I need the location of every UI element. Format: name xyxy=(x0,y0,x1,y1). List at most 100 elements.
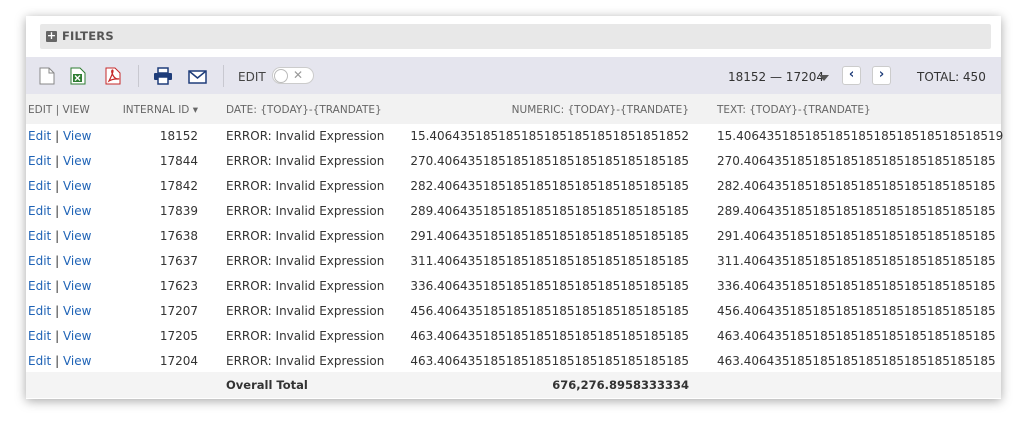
table-row: Edit | View 17207 ERROR: Invalid Expressio… xyxy=(26,299,1001,325)
date-cell: ERROR: Invalid Expression xyxy=(226,229,385,243)
table-row: Edit | View 17638 ERROR: Invalid Expressio… xyxy=(26,224,1001,250)
numeric-cell: 311.406435185185185185185185185185185 xyxy=(410,254,689,268)
view-link[interactable]: View xyxy=(63,329,91,343)
date-cell: ERROR: Invalid Expression xyxy=(226,279,385,293)
internal-id-cell: 18152 xyxy=(159,129,198,143)
edit-link[interactable]: Edit xyxy=(28,329,51,343)
export-excel-icon[interactable] xyxy=(70,67,86,89)
numeric-cell: 289.406435185185185185185185185185185 xyxy=(410,204,689,218)
numeric-cell: 456.406435185185185185185185185185185 xyxy=(410,304,689,318)
edit-view-links: Edit | View xyxy=(28,229,91,243)
filters-label[interactable]: FILTERS xyxy=(62,29,114,43)
internal-id-cell: 17638 xyxy=(159,229,198,243)
results-toolbar: EDIT ✕ 18152 — 17204 ‹ › TOTAL: 450 xyxy=(26,57,1001,94)
link-separator: | xyxy=(55,329,60,343)
view-link[interactable]: View xyxy=(63,304,91,318)
text-cell: 289.406435185185185185185185185185185 xyxy=(717,204,996,218)
next-page-button[interactable]: › xyxy=(872,66,891,85)
view-link[interactable]: View xyxy=(63,154,91,168)
internal-id-cell: 17207 xyxy=(159,304,198,318)
overall-total-label: Overall Total xyxy=(226,378,308,392)
view-link[interactable]: View xyxy=(63,229,91,243)
table-row: Edit | View 18152 ERROR: Invalid Expressio… xyxy=(26,124,1004,150)
text-cell: 311.406435185185185185185185185185185 xyxy=(717,254,996,268)
close-icon: ✕ xyxy=(293,68,304,82)
view-link[interactable]: View xyxy=(63,279,91,293)
table-row: Edit | View 17623 ERROR: Invalid Expressio… xyxy=(26,274,1001,300)
internal-id-cell: 17842 xyxy=(159,179,198,193)
table-row: Edit | View 17205 ERROR: Invalid Expressio… xyxy=(26,324,1001,350)
view-link[interactable]: View xyxy=(63,354,91,368)
column-header-text[interactable]: TEXT: {TODAY}-{TRANDATE} xyxy=(717,104,871,116)
edit-view-links: Edit | View xyxy=(28,304,91,318)
text-cell: 456.406435185185185185185185185185185 xyxy=(717,304,996,318)
edit-link[interactable]: Edit xyxy=(28,179,51,193)
table-row: Edit | View 17839 ERROR: Invalid Expressio… xyxy=(26,199,1001,225)
edit-mode-toggle[interactable]: ✕ xyxy=(272,67,314,84)
date-cell: ERROR: Invalid Expression xyxy=(226,204,385,218)
page-range-select[interactable]: 18152 — 17204 xyxy=(728,70,824,84)
edit-link[interactable]: Edit xyxy=(28,129,51,143)
text-cell: 291.406435185185185185185185185185185 xyxy=(717,229,996,243)
view-link[interactable]: View xyxy=(63,129,91,143)
date-cell: ERROR: Invalid Expression xyxy=(226,154,385,168)
date-cell: ERROR: Invalid Expression xyxy=(226,354,385,368)
new-document-icon[interactable] xyxy=(39,67,55,89)
text-cell: 336.406435185185185185185185185185185 xyxy=(717,279,996,293)
table-header: EDIT | VIEW INTERNAL ID ▾ DATE: {TODAY}-… xyxy=(26,94,1001,125)
print-icon[interactable] xyxy=(153,67,173,89)
date-cell: ERROR: Invalid Expression xyxy=(226,129,385,143)
edit-link[interactable]: Edit xyxy=(28,354,51,368)
export-pdf-icon[interactable] xyxy=(105,67,122,89)
numeric-cell: 282.406435185185185185185185185185185 xyxy=(410,179,689,193)
view-link[interactable]: View xyxy=(63,204,91,218)
text-cell: 282.406435185185185185185185185185185 xyxy=(717,179,996,193)
chevron-right-icon: › xyxy=(878,67,885,82)
link-separator: | xyxy=(55,279,60,293)
edit-link[interactable]: Edit xyxy=(28,254,51,268)
internal-id-cell: 17623 xyxy=(159,279,198,293)
caret-down-icon[interactable] xyxy=(819,75,829,81)
column-header-internal-id[interactable]: INTERNAL ID ▾ xyxy=(116,104,198,116)
expand-plus-icon[interactable]: + xyxy=(46,30,57,42)
view-link[interactable]: View xyxy=(63,179,91,193)
date-cell: ERROR: Invalid Expression xyxy=(226,304,385,318)
edit-mode-label: EDIT xyxy=(238,70,266,84)
internal-id-cell: 17204 xyxy=(159,354,198,368)
link-separator: | xyxy=(55,229,60,243)
edit-link[interactable]: Edit xyxy=(28,279,51,293)
numeric-cell: 463.406435185185185185185185185185185 xyxy=(410,329,689,343)
table-row: Edit | View 17842 ERROR: Invalid Expressio… xyxy=(26,174,1001,200)
edit-link[interactable]: Edit xyxy=(28,204,51,218)
text-cell: 15.40643518518518518518518518518518519 xyxy=(717,129,1004,143)
edit-link[interactable]: Edit xyxy=(28,154,51,168)
edit-view-links: Edit | View xyxy=(28,254,91,268)
link-separator: | xyxy=(55,204,60,218)
view-link[interactable]: View xyxy=(63,254,91,268)
link-separator: | xyxy=(55,154,60,168)
link-separator: | xyxy=(55,304,60,318)
column-header-numeric[interactable]: NUMERIC: {TODAY}-{TRANDATE} xyxy=(446,104,689,116)
numeric-cell: 291.406435185185185185185185185185185 xyxy=(410,229,689,243)
previous-page-button[interactable]: ‹ xyxy=(842,66,861,85)
column-header-edit-view: EDIT | VIEW xyxy=(28,104,90,116)
link-separator: | xyxy=(55,254,60,268)
toolbar-divider xyxy=(223,65,224,87)
table-row: Edit | View 17844 ERROR: Invalid Expressio… xyxy=(26,149,1001,175)
saved-search-results-panel: + FILTERS EDIT ✕ 18152 — 17204 ‹ › TOTAL… xyxy=(26,16,1004,399)
date-cell: ERROR: Invalid Expression xyxy=(226,254,385,268)
edit-view-links: Edit | View xyxy=(28,179,91,193)
numeric-cell: 15.4064351851851851851851851851851852 xyxy=(410,129,689,143)
overall-total-numeric: 676,276.8958333334 xyxy=(552,378,689,392)
email-icon[interactable] xyxy=(188,69,207,88)
internal-id-cell: 17844 xyxy=(159,154,198,168)
internal-id-cell: 17637 xyxy=(159,254,198,268)
edit-link[interactable]: Edit xyxy=(28,229,51,243)
text-cell: 463.406435185185185185185185185185185 xyxy=(717,329,996,343)
edit-link[interactable]: Edit xyxy=(28,304,51,318)
column-header-date[interactable]: DATE: {TODAY}-{TRANDATE} xyxy=(226,104,382,116)
text-cell: 463.406435185185185185185185185185185 xyxy=(717,354,996,368)
filters-bar[interactable]: + FILTERS xyxy=(40,24,991,49)
text-cell: 270.406435185185185185185185185185185 xyxy=(717,154,996,168)
chevron-left-icon: ‹ xyxy=(848,67,855,82)
